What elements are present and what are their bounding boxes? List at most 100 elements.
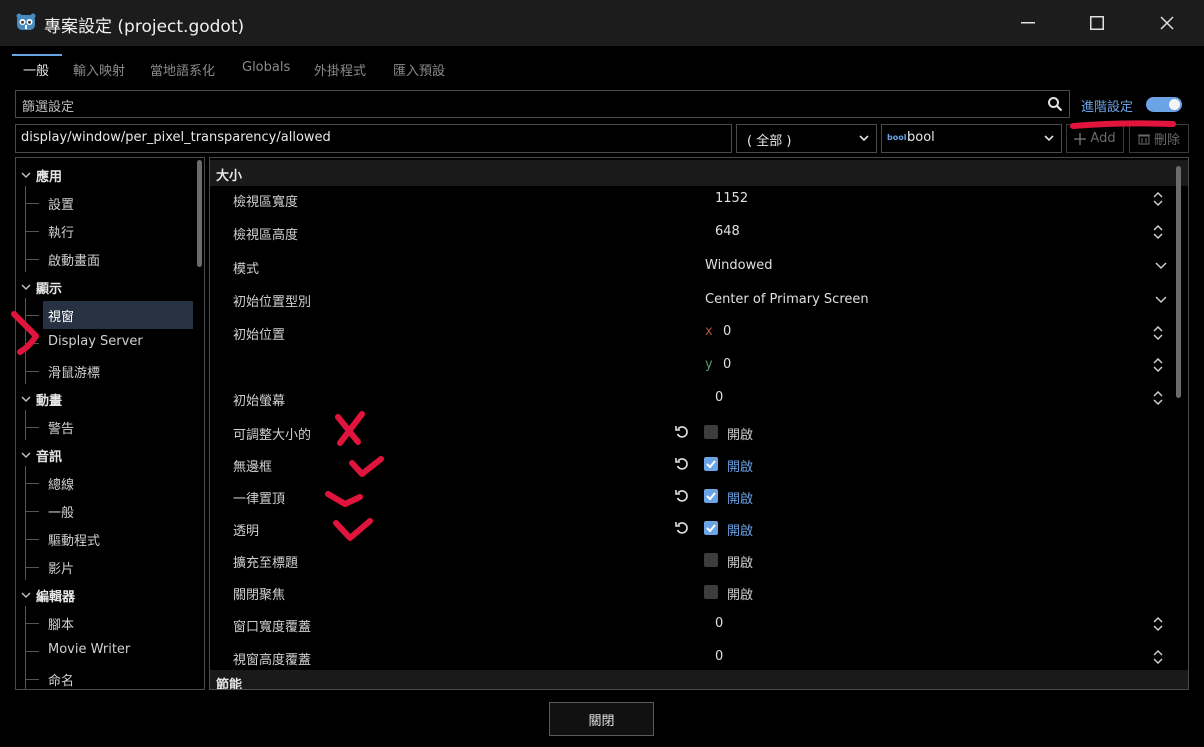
check-icon (706, 492, 716, 501)
sidebar-item-display[interactable]: 顯示 (36, 278, 62, 297)
spinner-arrows-icon[interactable] (1153, 617, 1163, 631)
x-axis-label: x (705, 324, 713, 339)
chevron-down-icon[interactable] (1155, 261, 1167, 271)
close-icon (1160, 16, 1174, 30)
resizable-on-label[interactable]: 開啟 (727, 424, 753, 443)
advanced-settings-toggle[interactable] (1146, 97, 1182, 112)
chevron-down-icon (1044, 135, 1054, 142)
spinner-arrows-icon[interactable] (1153, 391, 1163, 405)
add-button[interactable]: Add (1066, 124, 1124, 153)
prop-label-initial-screen: 初始螢幕 (233, 394, 286, 409)
chevron-down-icon[interactable] (21, 450, 31, 460)
no-focus-checkbox[interactable] (704, 585, 718, 599)
filter-settings-input[interactable]: 篩選設定 (15, 90, 1070, 118)
sidebar-item-driver[interactable]: 驅動程式 (48, 530, 100, 549)
sidebar-item-config[interactable]: 設置 (48, 194, 74, 213)
feature-select[interactable]: ( 全部 ) (736, 124, 877, 153)
tree-line (25, 259, 39, 260)
initial-position-type-select[interactable]: Center of Primary Screen (705, 292, 869, 307)
chevron-down-icon[interactable] (21, 394, 31, 404)
tree-line (25, 679, 39, 680)
no-focus-on-label[interactable]: 開啟 (727, 584, 753, 603)
maximize-button[interactable] (1062, 0, 1132, 46)
add-button-label: Add (1090, 131, 1116, 146)
extend-to-title-checkbox[interactable] (704, 553, 718, 567)
sidebar-item-mouse-cursor[interactable]: 滑鼠游標 (48, 362, 100, 381)
section-title: 大小 (216, 169, 243, 184)
initial-position-x[interactable]: 0 (723, 324, 731, 339)
always-on-top-on-label[interactable]: 開啟 (727, 488, 753, 507)
window-height-override-value[interactable]: 0 (715, 649, 723, 664)
tab-localization[interactable]: 當地語系化 (150, 60, 215, 79)
window-width-override-value[interactable]: 0 (715, 616, 723, 631)
tab-general[interactable]: 一般 (23, 60, 49, 79)
inspector-scrollbar[interactable] (1176, 166, 1181, 398)
spinner-arrows-icon[interactable] (1153, 192, 1163, 206)
tab-globals[interactable]: Globals (242, 60, 290, 75)
sidebar-item-buses[interactable]: 總線 (48, 474, 74, 493)
spinner-arrows-icon[interactable] (1153, 358, 1163, 372)
tab-input-map[interactable]: 輸入映射 (73, 60, 125, 79)
plus-icon (1074, 132, 1087, 145)
spinner-arrows-icon[interactable] (1153, 225, 1163, 239)
borderless-on-label[interactable]: 開啟 (727, 456, 753, 475)
advanced-settings-label[interactable]: 進階設定 (1081, 96, 1133, 115)
sidebar-item-display-server[interactable]: Display Server (48, 334, 143, 349)
active-tab-indicator (12, 54, 62, 56)
sidebar-item-audio[interactable]: 音訊 (36, 446, 62, 465)
revert-icon[interactable] (675, 489, 689, 503)
sidebar-item-boot-splash[interactable]: 啟動畫面 (48, 250, 100, 269)
tab-plugins[interactable]: 外掛程式 (314, 60, 366, 79)
prop-label-initial-position-type: 初始位置型別 (233, 295, 312, 310)
sidebar-item-naming[interactable]: 命名 (48, 670, 74, 689)
viewport-width-value[interactable]: 1152 (715, 191, 748, 206)
initial-position-y[interactable]: 0 (723, 357, 731, 372)
type-select[interactable]: bool bool (881, 124, 1062, 153)
extend-to-title-on-label[interactable]: 開啟 (727, 552, 753, 571)
sidebar-scrollbar[interactable] (197, 160, 202, 267)
sidebar-item-animation[interactable]: 動畫 (36, 390, 62, 409)
chevron-down-icon[interactable] (21, 170, 31, 180)
revert-icon[interactable] (675, 425, 689, 439)
minimize-icon (1021, 22, 1035, 24)
viewport-height-value[interactable]: 648 (715, 224, 740, 239)
transparent-checkbox[interactable] (704, 521, 718, 535)
sidebar-item-script[interactable]: 腳本 (48, 614, 74, 633)
spinner-arrows-icon[interactable] (1153, 326, 1163, 340)
property-path-input[interactable]: display/window/per_pixel_transparency/al… (15, 124, 732, 153)
chevron-down-icon[interactable] (1155, 295, 1167, 305)
chevron-down-icon[interactable] (21, 590, 31, 600)
always-on-top-checkbox[interactable] (704, 489, 718, 503)
tree-line (25, 483, 39, 484)
borderless-checkbox[interactable] (704, 457, 718, 471)
close-button-label: 關閉 (588, 713, 615, 729)
section-header-energy-saving[interactable]: 節能 (210, 670, 1188, 689)
chevron-down-icon[interactable] (21, 282, 31, 292)
sidebar-item-run[interactable]: 執行 (48, 222, 74, 241)
resizable-checkbox[interactable] (704, 425, 718, 439)
revert-icon[interactable] (675, 457, 689, 471)
tree-line (25, 371, 39, 372)
revert-icon[interactable] (675, 521, 689, 535)
minimize-button[interactable] (993, 0, 1063, 46)
sidebar-item-warnings[interactable]: 警告 (48, 418, 74, 437)
sidebar-item-editor[interactable]: 編輯器 (36, 586, 75, 605)
delete-button[interactable]: 刪除 (1129, 124, 1189, 153)
close-button[interactable]: 關閉 (549, 702, 654, 736)
check-icon (706, 460, 716, 469)
prop-label-viewport-height: 檢視區高度 (233, 228, 299, 243)
sidebar-item-application[interactable]: 應用 (36, 166, 62, 185)
sidebar-item-video[interactable]: 影片 (48, 558, 74, 577)
tab-import-defaults[interactable]: 匯入預設 (393, 60, 445, 79)
initial-screen-value[interactable]: 0 (715, 390, 723, 405)
prop-label-transparent: 透明 (233, 524, 260, 539)
sidebar-item-window[interactable]: 視窗 (48, 306, 74, 325)
spinner-arrows-icon[interactable] (1153, 650, 1163, 664)
sidebar-item-movie-writer[interactable]: Movie Writer (48, 642, 130, 657)
section-header-size[interactable]: 大小 (210, 160, 1188, 186)
transparent-on-label[interactable]: 開啟 (727, 520, 753, 539)
mode-select[interactable]: Windowed (705, 258, 773, 273)
sidebar-item-audio-general[interactable]: 一般 (48, 502, 74, 521)
close-window-button[interactable] (1132, 0, 1202, 46)
tree-line (25, 315, 39, 316)
